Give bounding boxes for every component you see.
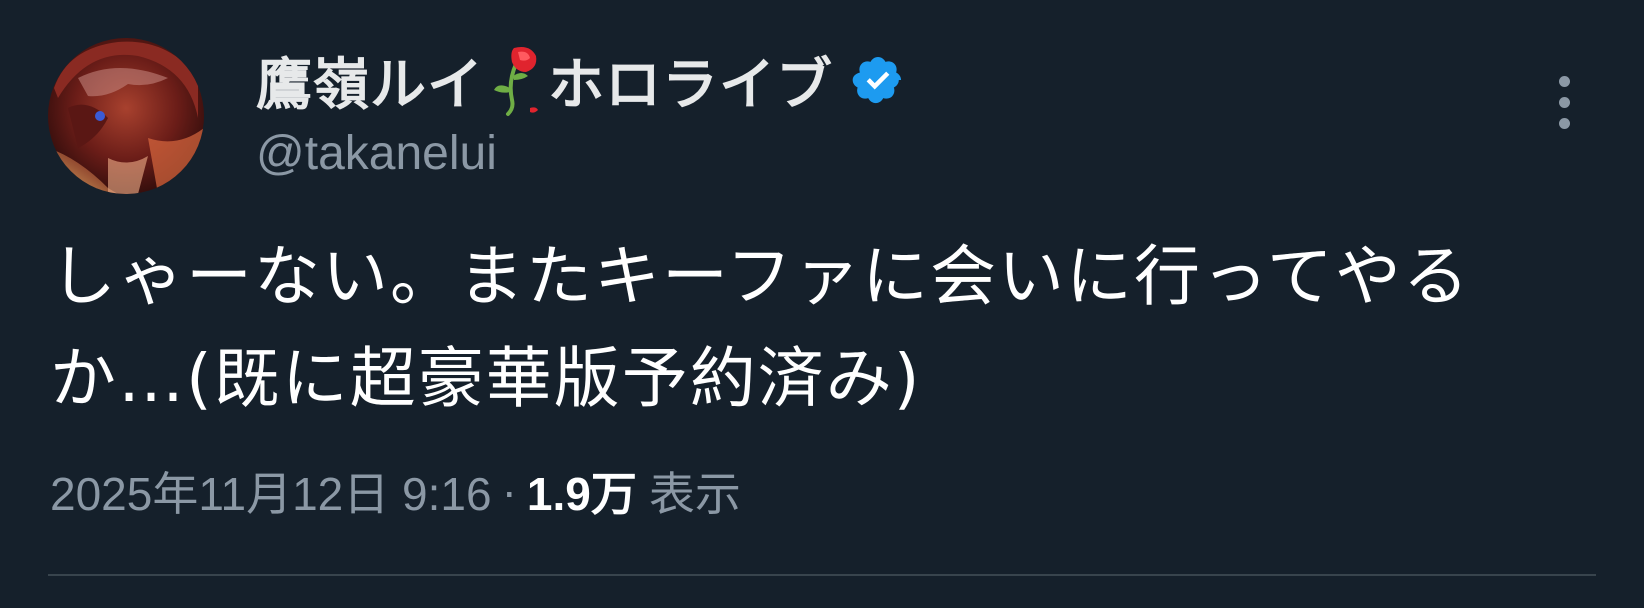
tweet-card[interactable]: 鷹嶺ルイ ホロライブ @takanelui しゃーない。またキーファに会いに行っ… <box>0 0 1644 608</box>
author-name-row[interactable]: 鷹嶺ルイ ホロライブ <box>256 40 905 120</box>
display-name-suffix[interactable]: ホロライブ <box>548 40 833 121</box>
tweet-meta: 2025年11月12日 9:16 · 1.9万 表示 <box>50 456 741 526</box>
divider <box>48 574 1596 576</box>
display-name[interactable]: 鷹嶺ルイ <box>256 40 484 121</box>
avatar-image <box>48 38 204 194</box>
more-vertical-icon <box>1558 75 1570 87</box>
timestamp-link[interactable]: 2025年11月12日 9:16 <box>50 458 492 524</box>
verified-badge-icon[interactable] <box>851 53 905 107</box>
more-options-button[interactable] <box>1544 70 1584 134</box>
avatar[interactable] <box>48 38 204 194</box>
more-dot <box>1558 117 1570 129</box>
wilted-rose-icon <box>486 42 546 118</box>
author-handle[interactable]: @takanelui <box>256 126 497 181</box>
tweet-text: しゃーない。またキーファに会いに行ってやるか…(既に超豪華版予約済み) <box>50 238 1471 417</box>
views-count: 1.9万 <box>526 468 637 520</box>
more-dot <box>1558 96 1570 108</box>
views-label: 表示 <box>648 468 741 520</box>
meta-separator: · <box>501 465 517 517</box>
